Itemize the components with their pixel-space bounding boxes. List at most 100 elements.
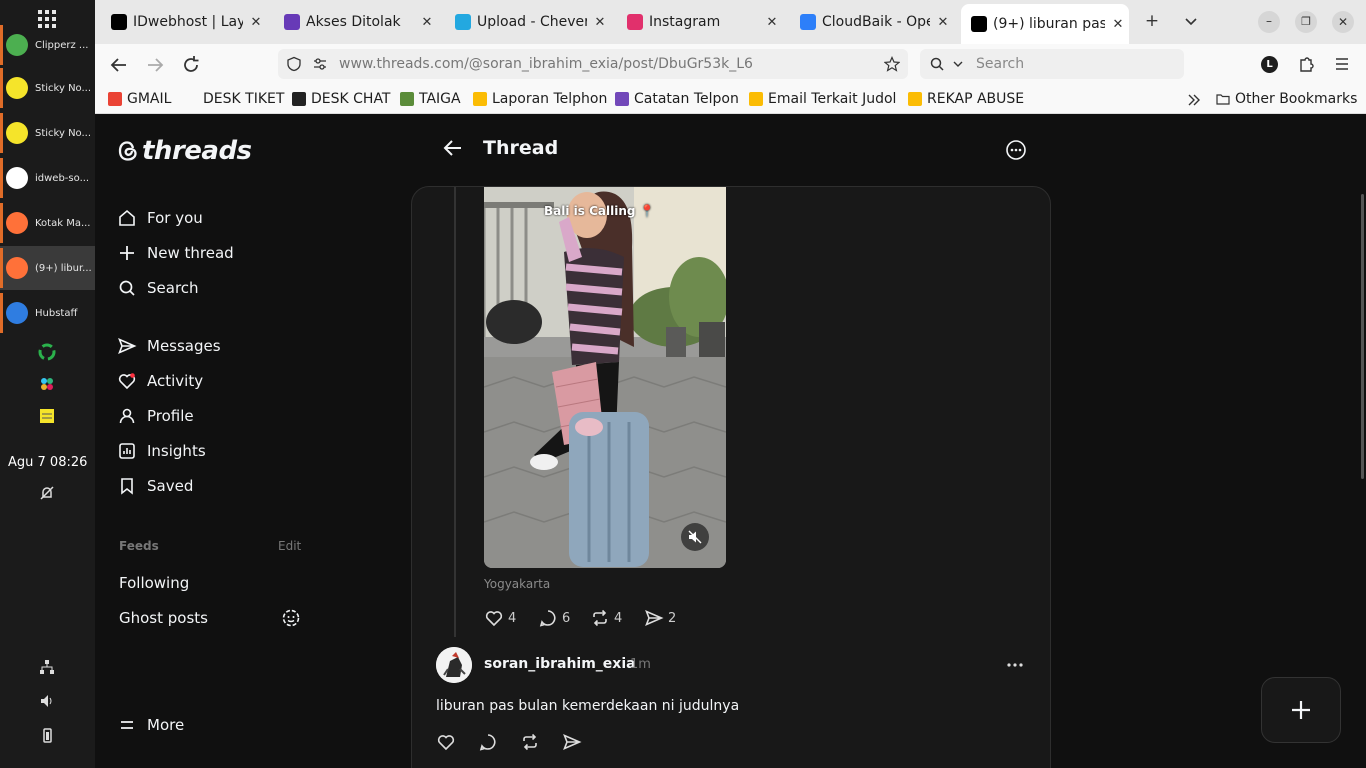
url-text[interactable]: www.threads.com/@soran_ibrahim_exia/post… (339, 56, 753, 72)
taiga-icon (400, 92, 414, 106)
post-video[interactable]: Bali is Calling 📍 (484, 187, 726, 568)
browser-tab[interactable]: (9+) liburan pas bulan ✕ (961, 4, 1129, 44)
avatar[interactable] (436, 647, 472, 683)
close-tab-icon[interactable]: ✕ (593, 15, 607, 30)
page-scrollbar[interactable] (1361, 194, 1364, 479)
menu-icon[interactable] (1333, 55, 1351, 73)
feeds-edit-link[interactable]: Edit (278, 539, 301, 553)
reply-comment-icon[interactable] (478, 732, 498, 752)
reply-repost-icon[interactable] (520, 732, 540, 752)
minimize-button[interactable]: – (1258, 11, 1280, 33)
like-button[interactable]: 4 (484, 608, 516, 628)
nav-item-new-thread[interactable]: New thread (117, 240, 234, 266)
search-box[interactable] (920, 49, 1184, 79)
close-tab-icon[interactable]: ✕ (936, 15, 950, 30)
ghost-posts-icon[interactable] (281, 608, 301, 628)
nav-item-label: For you (147, 209, 203, 227)
nav-item-profile[interactable]: Profile (117, 403, 194, 429)
browser-tab[interactable]: CloudBaik - OpenStack ✕ (790, 4, 954, 40)
heart-icon (485, 611, 503, 627)
forward-button[interactable] (143, 53, 167, 77)
new-tab-button[interactable]: + (1141, 11, 1163, 31)
more-bookmarks-icon[interactable] (1187, 93, 1201, 107)
running-indicator (0, 158, 3, 198)
close-tab-icon[interactable]: ✕ (420, 15, 434, 30)
feeds-heading: Feeds (119, 539, 159, 553)
dock-app[interactable]: Sticky No... (0, 111, 95, 155)
shield-icon[interactable] (286, 56, 302, 72)
nav-item-activity[interactable]: Activity (117, 368, 203, 394)
thread-connector-line (454, 187, 456, 637)
threads-page: threads For you New thread Search Messages A… (95, 114, 1366, 768)
close-window-button[interactable]: ✕ (1332, 11, 1354, 33)
reply-count: 6 (562, 610, 571, 626)
maximize-button[interactable]: ❐ (1295, 11, 1317, 33)
tab-title: (9+) liburan pas bulan (993, 16, 1105, 32)
volume-icon[interactable] (38, 692, 56, 710)
new-thread-fab[interactable] (1261, 677, 1341, 743)
reply-share-icon[interactable] (562, 732, 582, 752)
search-input[interactable] (976, 54, 1166, 74)
back-arrow-icon[interactable] (441, 136, 465, 160)
slack-icon[interactable] (38, 375, 56, 393)
post-location[interactable]: Yogyakarta (484, 577, 550, 591)
nav-item-messages[interactable]: Messages (117, 333, 221, 359)
account-avatar[interactable]: L (1261, 56, 1278, 73)
nav-item-saved[interactable]: Saved (117, 473, 193, 499)
site-permissions-icon[interactable] (312, 56, 328, 72)
close-tab-icon[interactable]: ✕ (249, 15, 263, 30)
nav-item-for-you[interactable]: For you (117, 205, 203, 231)
bookmark-item[interactable]: DESK TIKET (203, 91, 284, 107)
battery-icon[interactable] (38, 726, 56, 744)
browser-tab[interactable]: Instagram ✕ (617, 4, 783, 40)
other-bookmarks[interactable]: Other Bookmarks (1216, 91, 1357, 107)
browser-tab[interactable]: Akses Ditolak ✕ (274, 4, 438, 40)
bookmark-item[interactable]: Laporan Telphon (473, 91, 607, 107)
notes-icon[interactable] (38, 407, 56, 425)
bookmark-item[interactable]: REKAP ABUSE (908, 91, 1024, 107)
dock-app[interactable]: (9+) libur... (0, 246, 95, 290)
dock-app[interactable]: Kotak Ma... (0, 201, 95, 245)
reply-button[interactable]: 6 (538, 608, 570, 628)
close-tab-icon[interactable]: ✕ (765, 15, 779, 30)
reply-more-icon[interactable] (1004, 655, 1026, 675)
dock-app[interactable]: Hubstaff (0, 291, 95, 335)
nav-item-search[interactable]: Search (117, 275, 199, 301)
repost-button[interactable]: 4 (590, 608, 622, 628)
share-button[interactable]: 2 (644, 608, 676, 628)
nav-item-insights[interactable]: Insights (117, 438, 206, 464)
reply-username[interactable]: soran_ibrahim_exia (484, 656, 636, 672)
reply-like-icon[interactable] (436, 732, 456, 752)
share-count: 2 (668, 610, 677, 626)
extensions-icon[interactable] (1297, 55, 1315, 73)
bookmark-star-icon[interactable] (884, 56, 900, 72)
bookmark-item[interactable]: Email Terkait Judol (749, 91, 896, 107)
feed-ghost-posts[interactable]: Ghost posts (119, 609, 208, 627)
search-engine-dropdown-icon[interactable] (953, 60, 963, 68)
dock-app[interactable]: Sticky No... (0, 66, 95, 110)
feed-following[interactable]: Following (119, 574, 189, 592)
close-tab-icon[interactable]: ✕ (1111, 17, 1125, 32)
network-icon[interactable] (38, 658, 56, 676)
back-button[interactable] (107, 53, 131, 77)
reload-button[interactable] (179, 53, 203, 77)
dock-app[interactable]: Clipperz ... (0, 23, 95, 67)
mute-button[interactable] (681, 523, 709, 551)
bookmark-item[interactable]: GMAIL (108, 91, 171, 107)
tab-bar: IDwebhost | Layanan✕Akses Ditolak✕Upload… (95, 0, 1366, 44)
browser-tab[interactable]: Upload - Chevereto ✕ (445, 4, 611, 40)
browser-tab[interactable]: IDwebhost | Layanan ✕ (101, 4, 267, 40)
url-bar[interactable]: www.threads.com/@soran_ibrahim_exia/post… (278, 49, 908, 79)
recycle-icon[interactable] (38, 343, 56, 361)
dock-app[interactable]: idweb-so... (0, 156, 95, 200)
clock[interactable]: Agu 7 08:26 (8, 455, 87, 470)
bookmark-item[interactable]: DESK CHAT (292, 91, 391, 107)
thread-options-icon[interactable] (1005, 139, 1027, 161)
more-menu-button[interactable]: More (117, 712, 184, 738)
bookmark-item[interactable]: TAIGA (400, 91, 461, 107)
notifications-off-icon[interactable] (38, 484, 56, 502)
threads-logo[interactable]: threads (117, 136, 252, 166)
cloud-icon (800, 14, 816, 30)
list-tabs-icon[interactable] (1184, 14, 1198, 28)
bookmark-item[interactable]: Catatan Telpon (615, 91, 739, 107)
